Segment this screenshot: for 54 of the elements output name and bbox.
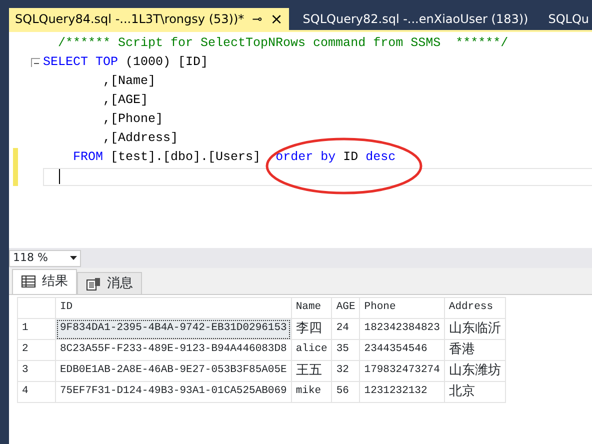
column-header[interactable]: ID: [56, 298, 292, 318]
table-cell: 24: [332, 318, 360, 340]
code-token: SELECT TOP: [43, 54, 118, 72]
table-cell: 李四: [291, 318, 332, 340]
table-cell: 56: [332, 382, 360, 402]
column-header[interactable]: Name: [291, 298, 332, 318]
column-header[interactable]: AGE: [332, 298, 360, 318]
table-cell: 山东临沂: [444, 318, 506, 340]
corner-cell: [18, 298, 56, 318]
code-token: ,[AGE]: [102, 92, 148, 110]
table-cell: 山东潍坊: [444, 360, 506, 382]
table-cell: 香港: [444, 340, 506, 360]
results-tab[interactable]: 结果: [12, 269, 77, 294]
column-header[interactable]: Phone: [360, 298, 444, 318]
pin-icon[interactable]: ⊸: [252, 10, 262, 28]
code-token: desc: [366, 149, 396, 166]
code-token: [test].[dbo].[Users]: [110, 149, 262, 166]
code-token: ID: [342, 149, 360, 166]
document-tab[interactable]: SQLQuery82.sql -...enXiaoUser (183)): [296, 8, 534, 30]
column-header[interactable]: Address: [444, 298, 506, 318]
table-cell: EDB0E1AB-2A8E-46AB-9E27-053B3F85A05E: [56, 360, 292, 382]
caret-icon: [70, 256, 77, 260]
zoom-dropdown[interactable]: 118 %: [9, 250, 81, 266]
document-icon: [86, 276, 101, 290]
results-tab[interactable]: 消息: [77, 272, 142, 294]
code-token: order by: [276, 149, 336, 166]
code-token: ,[Name]: [102, 73, 156, 90]
table-cell: 179832473274: [360, 360, 444, 382]
table-cell: 182342384823: [360, 318, 444, 340]
table-cell: 王五: [291, 360, 332, 382]
code-token: ,[Phone]: [102, 111, 164, 128]
code-token: FROM: [72, 149, 104, 166]
code-token: (1000) [ID]: [124, 54, 208, 72]
close-icon[interactable]: ×: [270, 8, 283, 30]
grid-icon: [21, 275, 36, 289]
text-cursor: [59, 169, 60, 184]
row-header[interactable]: 3: [18, 360, 56, 382]
table-cell: alice: [291, 340, 332, 360]
table-cell: 2344354546: [360, 340, 444, 360]
row-header[interactable]: 4: [18, 382, 56, 402]
table-cell: mike: [291, 382, 332, 402]
row-header[interactable]: 2: [18, 340, 56, 360]
code-token: ,[Address]: [102, 130, 178, 148]
table-cell: 9F834DA1-2395-4B4A-9742-EB31D0296153: [56, 318, 292, 340]
document-tab[interactable]: SQLQuery84.sql -...1L3T\rongsy (53))* ⊸ ×: [9, 8, 289, 30]
collapse-icon[interactable]: [31, 58, 40, 67]
table-cell: 1231232132: [360, 382, 444, 402]
table-cell: 32: [332, 360, 360, 382]
table-cell: 35: [332, 340, 360, 360]
table-cell: 8C23A55F-F233-489E-9123-B94A446083D8: [56, 340, 292, 360]
table-cell: 75EF7F31-D124-49B3-93A1-01CA525AB069: [56, 382, 292, 402]
table-cell: 北京: [444, 382, 506, 402]
code-token: /****** Script for SelectTopNRows command from SSMS ******/: [58, 35, 508, 52]
document-tab[interactable]: SQLQu: [542, 8, 592, 30]
